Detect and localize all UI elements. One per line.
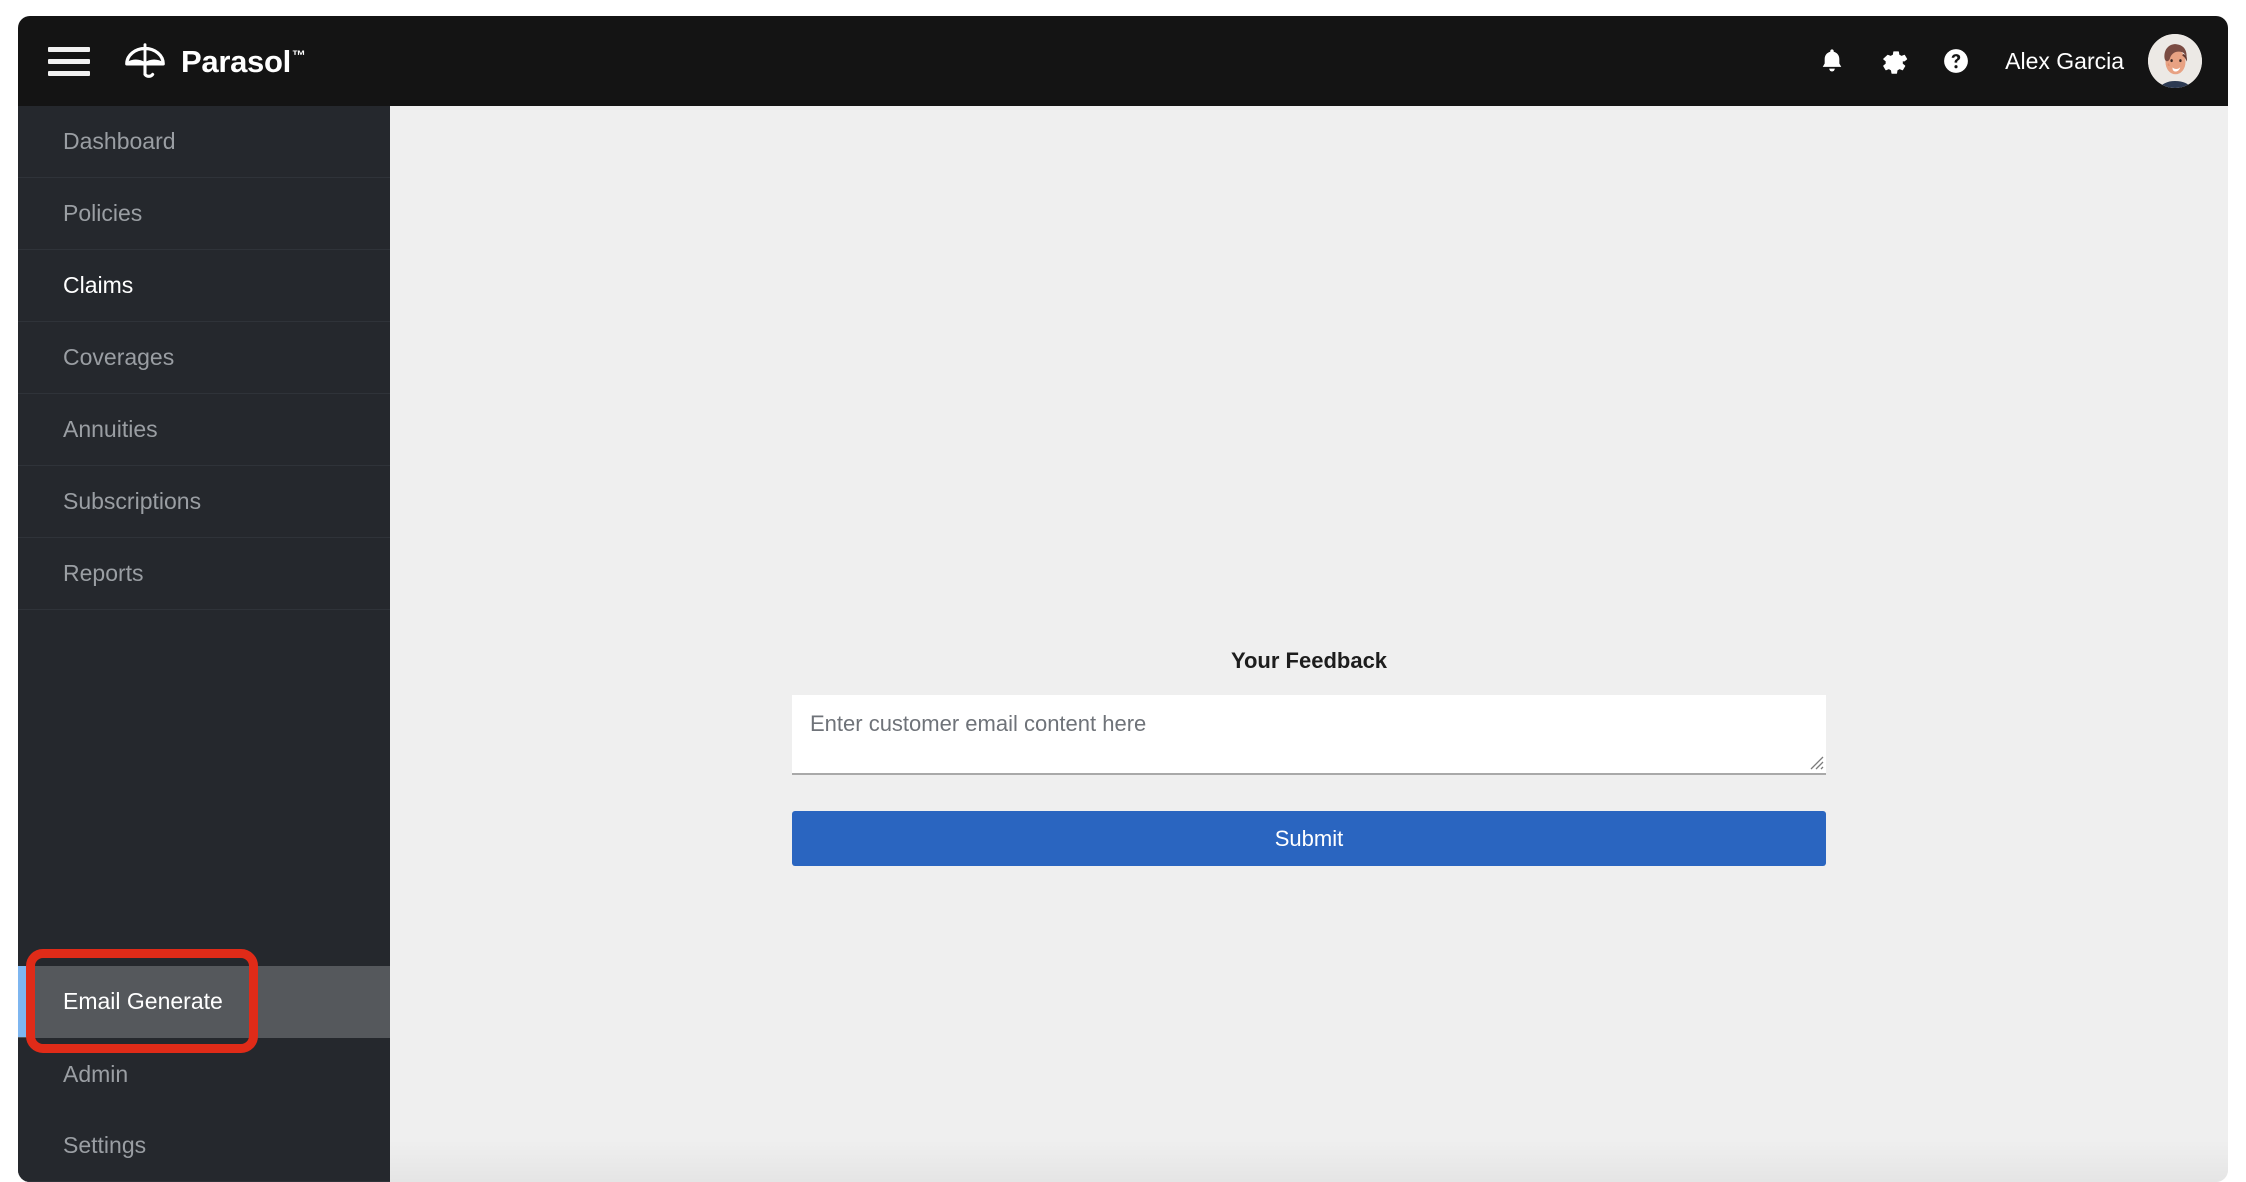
hamburger-bar — [48, 46, 90, 52]
bell-icon — [1822, 49, 1842, 72]
feedback-input-wrapper — [792, 695, 1826, 775]
top-navigation-bar: Parasol™ Alex Garcia — [18, 16, 2228, 106]
sidebar-item-policies[interactable]: Policies — [18, 178, 390, 250]
app-window: Parasol™ Alex Garcia Dashboard Policies … — [18, 16, 2228, 1182]
sidebar-item-reports[interactable]: Reports — [18, 538, 390, 610]
content-bottom-shadow — [390, 1140, 2228, 1182]
sidebar-item-label: Subscriptions — [63, 488, 202, 514]
sidebar-item-label: Email Generate — [63, 988, 223, 1014]
feedback-textarea[interactable] — [792, 695, 1826, 775]
hamburger-bar — [48, 58, 90, 64]
sidebar-navigation: Dashboard Policies Claims Coverages Annu… — [18, 106, 390, 1182]
sidebar-item-dashboard[interactable]: Dashboard — [18, 106, 390, 178]
header-actions: Alex Garcia — [1801, 30, 2202, 92]
user-avatar-illustration — [2148, 34, 2202, 88]
sidebar-item-email-generate[interactable]: Email Generate — [18, 966, 390, 1038]
sidebar-spacer — [18, 610, 390, 966]
sidebar-item-label: Reports — [63, 560, 144, 586]
sidebar-item-label: Settings — [63, 1132, 147, 1158]
brand-name: Parasol™ — [181, 43, 306, 79]
app-body: Dashboard Policies Claims Coverages Annu… — [18, 106, 2228, 1182]
sidebar-item-coverages[interactable]: Coverages — [18, 322, 390, 394]
help-button[interactable] — [1925, 30, 1987, 92]
notifications-button[interactable] — [1801, 30, 1863, 92]
sidebar-item-label: Dashboard — [63, 128, 176, 154]
avatar[interactable] — [2148, 34, 2202, 88]
sidebar-item-settings[interactable]: Settings — [18, 1110, 390, 1182]
question-mark-icon — [1944, 49, 1969, 73]
hamburger-menu-icon[interactable] — [48, 41, 94, 81]
user-name-label[interactable]: Alex Garcia — [2005, 48, 2124, 75]
submit-button[interactable]: Submit — [792, 811, 1826, 866]
umbrella-icon — [125, 43, 165, 78]
hamburger-bar — [48, 70, 90, 76]
trademark-symbol: ™ — [291, 47, 306, 64]
settings-button[interactable] — [1863, 30, 1925, 92]
sidebar-item-admin[interactable]: Admin — [18, 1038, 390, 1110]
email-generate-form: Your Feedback Submit — [792, 648, 1826, 866]
sidebar-item-label: Annuities — [63, 416, 158, 442]
gear-icon — [1883, 51, 1908, 74]
sidebar-item-label: Policies — [63, 200, 143, 226]
sidebar-item-claims[interactable]: Claims — [18, 250, 390, 322]
sidebar-bottom-group: Email Generate — [18, 949, 390, 1053]
sidebar-item-label: Claims — [63, 272, 134, 298]
page-title: Your Feedback — [1230, 648, 1388, 673]
main-content-area: Your Feedback Submit — [390, 106, 2228, 1182]
sidebar-item-label: Coverages — [63, 344, 175, 370]
sidebar-item-annuities[interactable]: Annuities — [18, 394, 390, 466]
brand-logo-link[interactable]: Parasol™ — [122, 38, 306, 84]
sidebar-item-label: Admin — [63, 1060, 129, 1087]
sidebar-item-subscriptions[interactable]: Subscriptions — [18, 466, 390, 538]
